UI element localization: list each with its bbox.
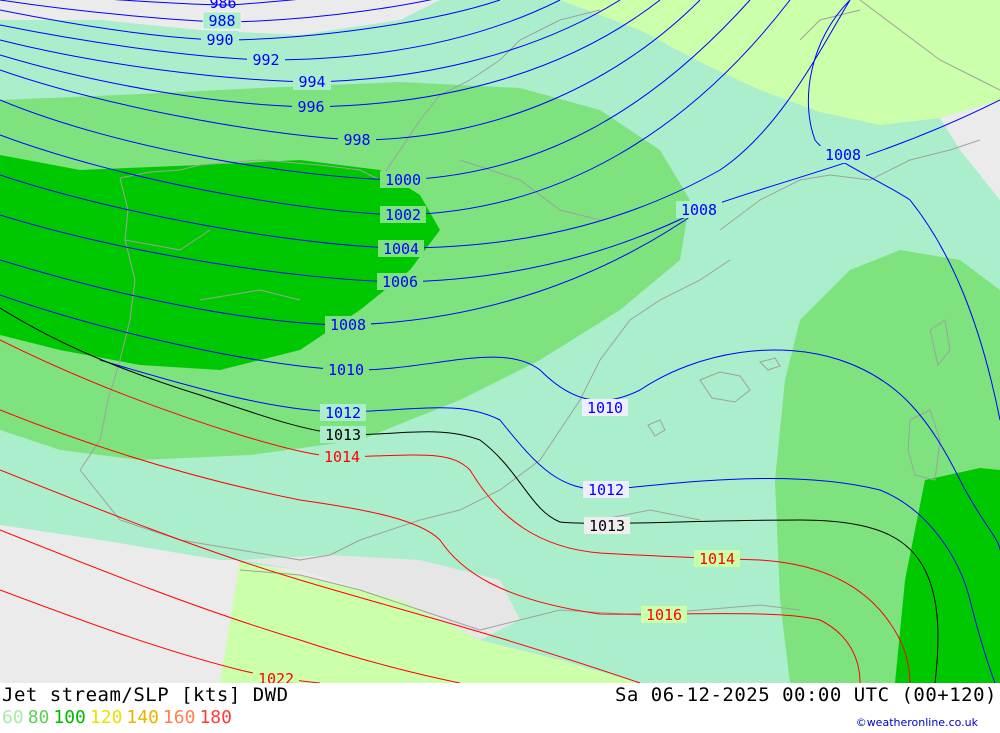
legend-item: 140 xyxy=(126,707,159,728)
isobar-label: 986 xyxy=(209,0,236,12)
isobar-label: 992 xyxy=(247,51,285,69)
speed-legend: 60 80 100 120 140 160 180 xyxy=(2,707,236,728)
isobar-label: 1002 xyxy=(380,206,426,224)
svg-text:990: 990 xyxy=(206,31,233,49)
legend-item: 120 xyxy=(89,707,123,728)
svg-text:986: 986 xyxy=(209,0,236,12)
isobar-label: 1000 xyxy=(380,171,426,189)
svg-text:998: 998 xyxy=(343,131,370,149)
svg-text:1000: 1000 xyxy=(385,171,421,189)
legend-item: 100 xyxy=(53,707,86,728)
isobar-label: 1014 xyxy=(319,448,365,466)
isobar-label: 1010 xyxy=(323,361,369,379)
svg-text:1014: 1014 xyxy=(324,448,360,466)
svg-text:1013: 1013 xyxy=(589,517,625,535)
isobar-label: 1012 xyxy=(320,404,366,422)
svg-text:1008: 1008 xyxy=(330,316,366,334)
footer: Jet stream/SLP [kts] DWD Sa 06-12-2025 0… xyxy=(0,683,1000,733)
svg-text:1008: 1008 xyxy=(825,146,861,164)
isobar-label: 1013 xyxy=(584,517,630,535)
svg-text:1002: 1002 xyxy=(385,206,421,224)
isobar-label: 1008 xyxy=(325,316,371,334)
isobar-label: 1012 xyxy=(583,481,629,499)
isobar-label: 1016 xyxy=(641,606,687,624)
svg-text:1016: 1016 xyxy=(646,606,682,624)
isobar-label: 1010 xyxy=(582,399,628,417)
credit-link[interactable]: ©weatheronline.co.uk xyxy=(856,716,978,729)
legend-item: 180 xyxy=(199,707,232,728)
isobar-label: 1004 xyxy=(378,240,424,258)
isobar-label: 1014 xyxy=(694,550,740,568)
isobar-label: 994 xyxy=(293,73,331,91)
forecast-datetime: Sa 06-12-2025 00:00 UTC (00+120) xyxy=(614,684,997,706)
svg-text:988: 988 xyxy=(208,12,235,30)
svg-text:1014: 1014 xyxy=(699,550,735,568)
isobar-label: 990 xyxy=(201,31,239,49)
isobar-label: 1013 xyxy=(320,426,366,444)
isobar-label: 998 xyxy=(338,131,376,149)
svg-text:1013: 1013 xyxy=(325,426,361,444)
svg-text:992: 992 xyxy=(252,51,279,69)
isobar-label: 1022 xyxy=(253,670,299,683)
svg-text:996: 996 xyxy=(297,98,324,116)
isobar-label: 988 xyxy=(202,11,242,30)
map-title: Jet stream/SLP [kts] DWD xyxy=(2,684,289,706)
svg-text:1006: 1006 xyxy=(382,273,418,291)
svg-text:994: 994 xyxy=(298,73,325,91)
svg-text:1022: 1022 xyxy=(258,670,294,683)
svg-text:1008: 1008 xyxy=(681,201,717,219)
legend-item: 80 xyxy=(27,707,50,728)
isobar-label: 1008 xyxy=(820,146,866,164)
legend-item: 60 xyxy=(2,707,24,728)
isobar-label: 996 xyxy=(292,98,330,116)
svg-text:1010: 1010 xyxy=(587,399,623,417)
isobar-label: 1008 xyxy=(676,201,722,219)
svg-text:1012: 1012 xyxy=(325,404,361,422)
svg-text:1012: 1012 xyxy=(588,481,624,499)
weather-map: 986 988 990 992 994 996 998 1000 1002 10… xyxy=(0,0,1000,683)
legend-item: 160 xyxy=(162,707,196,728)
svg-text:1010: 1010 xyxy=(328,361,364,379)
isobar-label: 1006 xyxy=(377,273,423,291)
svg-text:1004: 1004 xyxy=(383,240,419,258)
